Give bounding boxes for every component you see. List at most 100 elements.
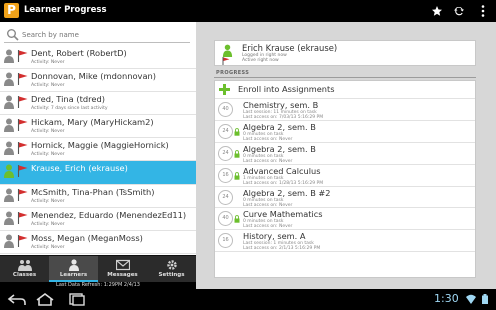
search-bar (4, 27, 190, 43)
overflow-menu-icon[interactable] (474, 2, 492, 20)
learner-name: Hickam, Mary (MaryHickam2) (31, 117, 154, 128)
learner-header-card: Erich Krause (ekrause) Logged in right n… (214, 40, 476, 66)
learner-person-icon (4, 49, 14, 63)
course-title: Algebra 2, sem. B #2 (243, 187, 331, 198)
course-row[interactable]: 24 Algebra 2, sem. B0 minutes on task Last… (215, 143, 475, 165)
app-title: Learner Progress (24, 5, 107, 15)
sync-icon[interactable] (450, 2, 468, 20)
nav-learners[interactable]: Learners (49, 256, 98, 282)
learner-row[interactable]: Menendez, Eduardo (MenendezEd11) Activity… (0, 208, 196, 231)
course-row[interactable]: 16 History, sem. A Last session: 1 minutes… (215, 230, 475, 253)
course-title: Advanced Calculus (243, 165, 321, 176)
flag-icon (17, 96, 28, 109)
learner-activity: Activity: 7 days since last activity (31, 106, 108, 112)
learner-row[interactable]: Hornick, Maggie (MaggieHornick) Activity:… (0, 138, 196, 162)
star-icon[interactable] (428, 2, 446, 20)
course-last-access: Last access on: Never (243, 224, 293, 230)
learner-person-icon (4, 95, 14, 110)
course-last-access: Last access on: Never (243, 202, 293, 208)
flag-icon (17, 234, 28, 247)
flag-icon (222, 57, 230, 65)
back-icon[interactable] (6, 292, 28, 307)
flag-icon (17, 119, 28, 132)
app-logo: P (4, 3, 19, 18)
system-navigation-bar: 1:30 (0, 289, 496, 310)
nav-label: Settings (158, 272, 185, 278)
nav-settings[interactable]: Settings (147, 256, 196, 282)
course-row[interactable]: 40 Curve Mathematics 0 minutes on task Last… (215, 208, 475, 231)
messages-icon (115, 259, 130, 271)
flag-icon (17, 165, 28, 178)
flag-icon (17, 142, 28, 155)
progress-divider (214, 77, 476, 78)
learner-row[interactable]: Hickam, Mary (MaryHickam2) Activity: Neve… (0, 115, 196, 139)
learner-row[interactable]: McSmith, Tina-Phan (TsSmith) Activity: Ne… (0, 185, 196, 208)
nav-messages[interactable]: Messages (98, 256, 147, 282)
learners-icon (68, 259, 79, 271)
progress-gauge-icon: 16 (218, 167, 233, 183)
learner-row[interactable]: Dred, Tina (tdred) Activity: 7 days since… (0, 92, 196, 116)
assignment-list-card: Enroll into Assignments 40 Chemistry, sem… (214, 80, 476, 278)
learner-name: Dred, Tina (tdred) (31, 94, 105, 105)
course-title: Algebra 2, sem. B (243, 143, 316, 154)
enroll-assignments-button[interactable]: Enroll into Assignments (215, 81, 475, 99)
lock-icon (234, 149, 240, 158)
nav-classes[interactable]: Classes (0, 256, 49, 282)
enroll-label: Enroll into Assignments (238, 84, 335, 94)
learner-list-pane: Dent, Robert (RobertD)Activity: NeverDon… (0, 22, 196, 282)
learner-avatar-icon (222, 44, 233, 57)
course-row[interactable]: 16 Advanced Calculus 1 minutes on task Last… (215, 165, 475, 187)
learner-person-icon (4, 72, 14, 87)
course-last-access: Last access on: Never (243, 136, 293, 142)
progress-section-label: PROGRESS (216, 70, 250, 76)
nav-label: Messages (107, 272, 138, 278)
learner-person-icon (4, 211, 14, 225)
flag-icon (17, 211, 28, 224)
course-title: History, sem. A (243, 231, 306, 242)
course-row[interactable]: 24 Algebra 2, sem. B #2 0 minutes on task L… (215, 187, 475, 209)
lock-icon (234, 171, 240, 180)
course-row[interactable]: 24 Algebra 2, sem. B0 minutes on task Last… (215, 121, 475, 143)
course-row[interactable]: 40 Chemistry, sem. B Last session: 11 minu… (215, 99, 475, 121)
learner-name: Menendez, Eduardo (MenendezEd11) (31, 209, 187, 220)
learner-name: Dent, Robert (RobertD) (31, 48, 127, 58)
learner-status-2: Active right now (242, 58, 279, 63)
learner-name: Erich Krause (ekrause) (242, 43, 338, 53)
course-title: Curve Mathematics (243, 209, 323, 220)
flag-icon (17, 50, 28, 62)
learner-activity: Activity: Never (31, 129, 65, 135)
home-icon[interactable] (34, 292, 56, 307)
wifi-icon (466, 294, 476, 304)
battery-icon (482, 294, 488, 304)
add-icon (219, 84, 230, 95)
learner-person-icon (4, 141, 14, 156)
learner-activity: Activity: Never (31, 221, 65, 227)
flag-icon (17, 188, 28, 201)
learner-activity: Activity: Never (31, 152, 65, 158)
learner-row[interactable]: Dent, Robert (RobertD) Activity: Never (0, 46, 196, 70)
app-screen: P Learner Progress Dent, Robert (RobertD… (0, 0, 496, 310)
course-last-access: Last access on: 2/1/13 5:16:29 PM (243, 246, 321, 252)
learner-list: Dent, Robert (RobertD) Activity: Never Don… (0, 46, 196, 254)
learner-person-icon (4, 118, 14, 133)
learner-row[interactable]: Moss, Megan (MeganMoss) Activity: Never (0, 231, 196, 254)
learner-activity: Activity: Never (31, 83, 65, 89)
progress-gauge-icon: 16 (218, 233, 233, 249)
course-list: 40 Chemistry, sem. B Last session: 11 minu… (215, 99, 475, 253)
search-icon (7, 29, 19, 41)
learner-row[interactable]: Donnovan, Mike (mdonnovan) Activity: Neve… (0, 69, 196, 93)
learner-row[interactable]: Krause, Erich (ekrause) (0, 161, 196, 185)
progress-gauge-icon: 24 (218, 123, 233, 139)
bottom-nav: Classes Learners Messages Settings (0, 255, 196, 282)
learner-person-icon (4, 234, 14, 248)
progress-gauge-icon: 24 (218, 145, 233, 161)
lock-icon (234, 128, 240, 136)
course-last-access: Last access on: Never (243, 158, 293, 164)
learner-name: Moss, Megan (MeganMoss) (31, 232, 143, 243)
search-input[interactable] (22, 28, 182, 42)
learner-activity: Activity: Never (31, 60, 65, 65)
recent-apps-icon[interactable] (66, 292, 88, 307)
course-last-access: Last access on: 7/03/13 5:16:29 PM (243, 115, 324, 120)
action-bar: P Learner Progress (0, 0, 496, 22)
learner-activity: Activity: Never (31, 244, 65, 250)
